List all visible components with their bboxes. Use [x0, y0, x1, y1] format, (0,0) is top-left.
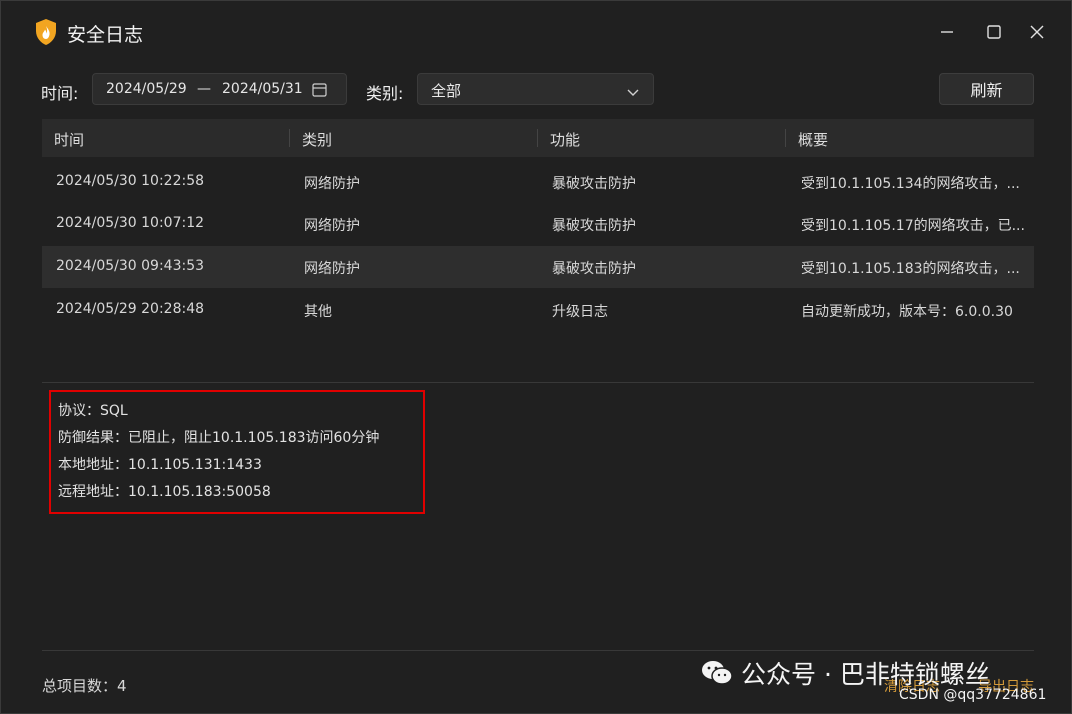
detail-divider[interactable]: [42, 382, 1034, 383]
table-row[interactable]: 2024/05/29 20:28:48 其他 升级日志 自动更新成功，版本号：6…: [42, 289, 1034, 331]
column-header-summary[interactable]: 概要: [798, 129, 828, 150]
wechat-icon: [702, 661, 733, 685]
cell-time: 2024/05/29 20:28:48: [56, 301, 205, 317]
minimize-icon: [941, 31, 953, 33]
cell-function: 暴破攻击防护: [552, 218, 636, 234]
cell-category: 网络防护: [304, 261, 360, 277]
cell-time: 2024/05/30 10:22:58: [56, 173, 205, 189]
window-title: 安全日志: [67, 24, 144, 46]
detail-protocol: 协议：SQL: [58, 403, 128, 419]
date-separator: —: [197, 81, 211, 97]
item-count-value: 4: [117, 677, 127, 695]
table-row[interactable]: 2024/05/30 10:07:12 网络防护 暴破攻击防护 受到10.1.1…: [42, 203, 1034, 245]
cell-time: 2024/05/30 09:43:53: [56, 258, 205, 274]
cell-category: 网络防护: [304, 218, 360, 234]
cell-summary: 受到10.1.105.134的网络攻击，...: [801, 176, 1020, 192]
close-button[interactable]: [1022, 17, 1052, 47]
detail-defense-result: 防御结果：已阻止，阻止10.1.105.183访问60分钟: [58, 430, 380, 446]
security-log-window: 安全日志 时间: 2024/05/29 — 2024/05/31 类别: 全部 …: [0, 0, 1072, 714]
table-row[interactable]: 2024/05/30 10:22:58 网络防护 暴破攻击防护 受到10.1.1…: [42, 161, 1034, 203]
cell-category: 其他: [304, 304, 332, 320]
start-date[interactable]: 2024/05/29: [106, 81, 187, 97]
category-select[interactable]: 全部: [417, 73, 654, 105]
minimize-button[interactable]: [932, 17, 962, 47]
cell-category: 网络防护: [304, 176, 360, 192]
column-separator[interactable]: [537, 129, 538, 147]
column-separator[interactable]: [289, 129, 290, 147]
cell-function: 暴破攻击防护: [552, 261, 636, 277]
watermark-text: 公众号 · 巴非特锁螺丝: [741, 660, 990, 689]
detail-local-address: 本地地址：10.1.105.131:1433: [58, 457, 262, 473]
column-header-category[interactable]: 类别: [302, 129, 332, 150]
shield-flame-icon: [34, 18, 58, 46]
category-select-value: 全部: [431, 82, 462, 100]
cell-function: 升级日志: [552, 304, 608, 320]
table-row-selected[interactable]: 2024/05/30 09:43:53 网络防护 暴破攻击防护 受到10.1.1…: [42, 246, 1034, 288]
calendar-icon[interactable]: [312, 82, 327, 101]
column-separator[interactable]: [785, 129, 786, 147]
title-bar[interactable]: 安全日志: [1, 1, 1071, 63]
maximize-button[interactable]: [979, 17, 1009, 47]
end-date[interactable]: 2024/05/31: [222, 81, 303, 97]
cell-summary: 受到10.1.105.183的网络攻击，...: [801, 261, 1020, 277]
footer-divider: [42, 650, 1034, 651]
detail-panel-highlight: 协议：SQL 防御结果：已阻止，阻止10.1.105.183访问60分钟 本地地…: [49, 390, 425, 514]
cell-time: 2024/05/30 10:07:12: [56, 215, 205, 231]
category-filter-label: 类别:: [366, 84, 404, 103]
column-header-time[interactable]: 时间: [54, 129, 84, 150]
watermark: 公众号 · 巴非特锁螺丝: [701, 655, 990, 691]
time-filter-label: 时间:: [41, 84, 79, 103]
refresh-button[interactable]: 刷新: [939, 73, 1034, 105]
maximize-icon: [987, 25, 1001, 39]
item-count-label: 总项目数：: [42, 677, 118, 695]
close-icon: [1030, 25, 1044, 39]
column-header-function[interactable]: 功能: [550, 129, 580, 150]
cell-function: 暴破攻击防护: [552, 176, 636, 192]
csdn-watermark: CSDN @qq37724861: [899, 687, 1047, 703]
chevron-down-icon: [627, 84, 639, 102]
table-header: 时间 类别 功能 概要: [42, 119, 1034, 157]
cell-summary: 受到10.1.105.17的网络攻击，已...: [801, 218, 1025, 234]
date-range-picker[interactable]: 2024/05/29 — 2024/05/31: [92, 73, 347, 105]
cell-summary: 自动更新成功，版本号：6.0.0.30: [801, 304, 1013, 320]
detail-remote-address: 远程地址：10.1.105.183:50058: [58, 484, 271, 500]
item-count: 总项目数：4: [42, 675, 127, 696]
